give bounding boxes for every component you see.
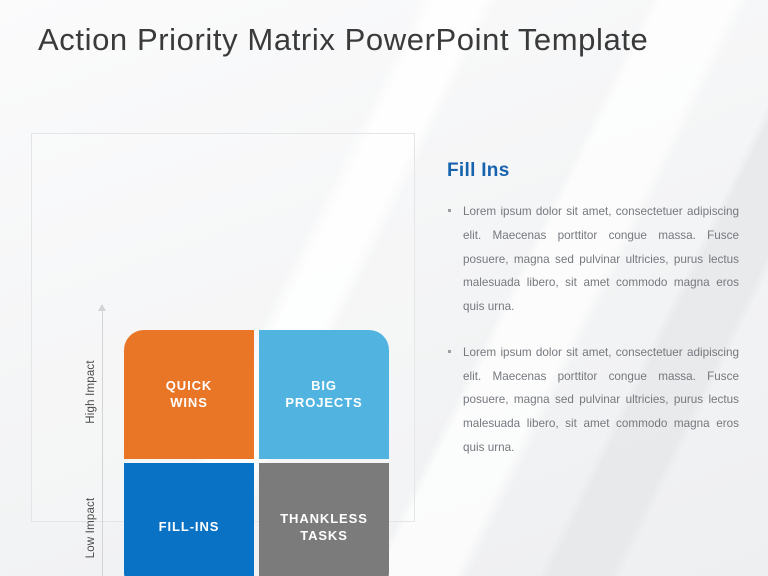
quadrant-quick-wins-label: QUICK WINS: [166, 378, 212, 411]
quadrant-thankless-tasks-label: THANKLESS TASKS: [280, 511, 368, 544]
quadrant-label-line1: BIG: [311, 378, 337, 394]
list-item: Lorem ipsum dolor sit amet, consectetuer…: [447, 200, 739, 319]
content-panel: Fill Ins Lorem ipsum dolor sit amet, con…: [447, 160, 739, 482]
quadrant-label-line2: PROJECTS: [285, 394, 363, 410]
quadrant-fill-ins[interactable]: FILL-INS: [124, 463, 254, 576]
y-axis-arrow-icon: [98, 304, 106, 311]
slide-canvas: Action Priority Matrix PowerPoint Templa…: [0, 0, 768, 576]
quadrant-thankless-tasks[interactable]: THANKLESS TASKS: [259, 463, 389, 576]
matrix-panel: High Impact Low Impact Low Effort High E…: [31, 133, 415, 576]
y-axis-label-high-impact: High Impact: [85, 360, 97, 424]
quadrant-label-line2: TASKS: [300, 527, 348, 543]
y-axis-label-low-impact: Low Impact: [85, 497, 97, 559]
quadrant-fill-ins-label: FILL-INS: [158, 519, 220, 535]
quadrant-label-line1: THANKLESS: [280, 511, 368, 527]
list-item: Lorem ipsum dolor sit amet, consectetuer…: [447, 341, 739, 460]
quadrant-big-projects-label: BIG PROJECTS: [285, 378, 362, 411]
quadrant-quick-wins[interactable]: QUICK WINS: [124, 330, 254, 459]
bullet-point-icon: [448, 349, 451, 353]
list-item-text: Lorem ipsum dolor sit amet, consectetuer…: [463, 205, 739, 313]
quadrant-label-line1: QUICK: [165, 378, 213, 394]
quadrant-label-line2: WINS: [170, 394, 208, 410]
list-item-text: Lorem ipsum dolor sit amet, consectetuer…: [463, 345, 739, 454]
bullet-point-icon: [448, 209, 451, 212]
page-title: Action Priority Matrix PowerPoint Templa…: [38, 22, 649, 57]
y-axis-line: [102, 310, 103, 576]
quadrant-grid: QUICK WINS BIG PROJECTS FILL-INS THANKLE…: [124, 330, 389, 576]
content-heading: Fill Ins: [447, 160, 510, 181]
quadrant-big-projects[interactable]: BIG PROJECTS: [259, 330, 389, 459]
